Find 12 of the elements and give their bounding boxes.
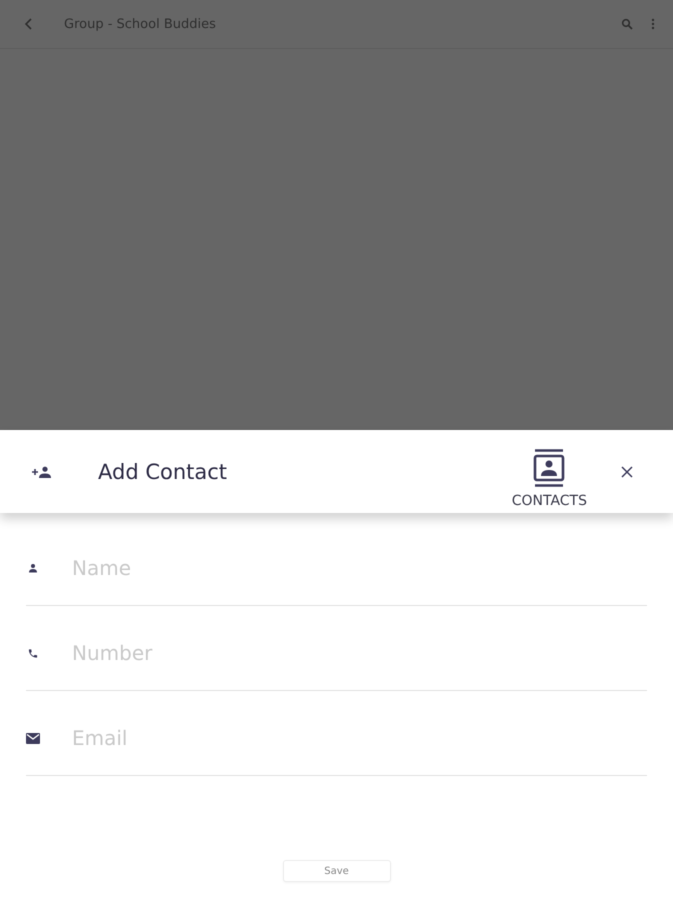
- more-icon: [651, 18, 655, 30]
- app-bar-title: Group - School Buddies: [64, 16, 217, 32]
- contact-card-icon: [533, 448, 566, 486]
- envelope-icon: [26, 732, 40, 744]
- contacts-button[interactable]: CONTACTS: [512, 448, 587, 508]
- phone-icon: [26, 648, 40, 658]
- add-person-icon: [32, 466, 52, 478]
- person-icon: [26, 563, 40, 573]
- close-icon: [621, 466, 633, 478]
- search-icon: [621, 18, 633, 30]
- sheet-title: Add Contact: [98, 460, 228, 484]
- save-button[interactable]: Save: [282, 860, 390, 882]
